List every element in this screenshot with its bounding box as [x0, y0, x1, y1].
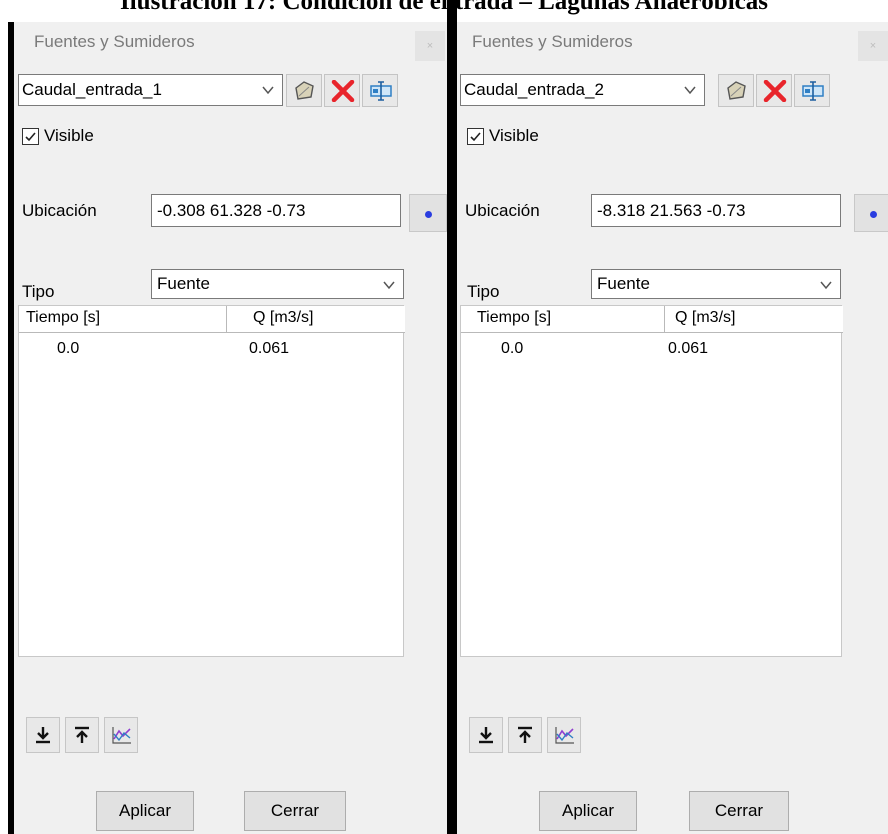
- table-cell-time[interactable]: 0.0: [501, 340, 523, 358]
- apply-button[interactable]: Aplicar: [96, 791, 194, 831]
- edit-polygon-button[interactable]: [718, 74, 754, 107]
- time-series-table: Tiempo [s] Q [m3/s] 0.0 0.061: [460, 305, 843, 657]
- column-header-flow-text: Q [m3/s]: [675, 309, 736, 326]
- source-selector[interactable]: Caudal_entrada_1: [18, 74, 283, 106]
- import-download-icon: [36, 727, 50, 744]
- visible-checkbox[interactable]: [467, 128, 484, 145]
- delete-button[interactable]: [324, 74, 360, 107]
- pick-point-icon: [870, 211, 877, 218]
- column-header-time[interactable]: Tiempo [s]: [19, 306, 227, 333]
- panel-title: Fuentes y Sumideros: [34, 32, 195, 51]
- table-cell-time[interactable]: 0.0: [57, 340, 79, 358]
- checkmark-icon: [25, 132, 36, 142]
- chevron-down-icon: [383, 281, 395, 290]
- location-value: -0.308 61.328 -0.73: [157, 201, 306, 220]
- pick-point-icon: [425, 211, 432, 218]
- type-selector[interactable]: Fuente: [591, 269, 841, 299]
- pick-location-button[interactable]: [854, 194, 888, 232]
- type-selector-value: Fuente: [597, 274, 650, 293]
- import-download-icon: [479, 727, 493, 744]
- plot-button[interactable]: [104, 717, 138, 753]
- type-selector[interactable]: Fuente: [151, 269, 404, 299]
- column-header-time-text: Tiempo [s]: [477, 309, 552, 326]
- visible-checkbox[interactable]: [22, 128, 39, 145]
- column-header-time[interactable]: Tiempo [s]: [461, 306, 665, 333]
- rename-button[interactable]: [794, 74, 830, 107]
- source-selector-value: Caudal_entrada_1: [22, 80, 162, 99]
- close-button[interactable]: Cerrar: [689, 791, 789, 831]
- panel-close-button[interactable]: ×: [858, 31, 888, 61]
- chevron-down-icon: [262, 86, 274, 95]
- export-button[interactable]: [65, 717, 99, 753]
- location-input[interactable]: -0.308 61.328 -0.73: [151, 194, 401, 227]
- import-button[interactable]: [469, 717, 503, 753]
- type-label: Tipo: [467, 282, 500, 301]
- location-label: Ubicación: [465, 201, 540, 220]
- delete-button[interactable]: [756, 74, 792, 107]
- caption-text: Ilustración 17: Condición de entrada – L…: [120, 0, 768, 15]
- export-upload-icon: [518, 726, 532, 743]
- polygon-edit-icon: [295, 81, 314, 100]
- figure-caption: Ilustración 17: Condición de entrada – L…: [0, 0, 888, 22]
- visible-label: Visible: [489, 126, 539, 145]
- center-divider: [447, 0, 457, 834]
- sources-sinks-panel-1: Fuentes y Sumideros × Caudal_entrada_1 V…: [14, 22, 447, 834]
- apply-button[interactable]: Aplicar: [539, 791, 637, 831]
- close-button[interactable]: Cerrar: [244, 791, 346, 831]
- source-selector-value: Caudal_entrada_2: [464, 80, 604, 99]
- chevron-down-icon: [684, 86, 696, 95]
- table-cell-flow[interactable]: 0.061: [668, 340, 708, 358]
- chevron-down-icon: [820, 281, 832, 290]
- type-selector-value: Fuente: [157, 274, 210, 293]
- polygon-edit-icon: [727, 81, 746, 100]
- pick-location-button[interactable]: [409, 194, 447, 232]
- column-header-flow[interactable]: Q [m3/s]: [227, 306, 405, 333]
- location-label: Ubicación: [22, 201, 97, 220]
- rename-button[interactable]: [362, 74, 398, 107]
- column-header-time-text: Tiempo [s]: [26, 309, 101, 326]
- column-header-flow[interactable]: Q [m3/s]: [665, 306, 843, 333]
- line-chart-icon: [112, 727, 131, 744]
- location-value: -8.318 21.563 -0.73: [597, 201, 746, 220]
- column-header-flow-text: Q [m3/s]: [253, 309, 314, 326]
- type-label: Tipo: [22, 282, 55, 301]
- close-icon: ×: [869, 40, 877, 52]
- checkmark-icon: [470, 132, 481, 142]
- edit-polygon-button[interactable]: [286, 74, 322, 107]
- sources-sinks-panel-2: Fuentes y Sumideros × Caudal_entrada_2 V…: [457, 22, 888, 834]
- panel-title: Fuentes y Sumideros: [472, 32, 633, 51]
- panel-close-button[interactable]: ×: [415, 31, 445, 61]
- rename-field-icon: [370, 81, 392, 101]
- import-button[interactable]: [26, 717, 60, 753]
- red-x-delete-icon: [763, 80, 787, 102]
- close-icon: ×: [426, 40, 434, 52]
- export-upload-icon: [75, 726, 89, 743]
- visible-label: Visible: [44, 126, 94, 145]
- rename-field-icon: [802, 81, 824, 101]
- export-button[interactable]: [508, 717, 542, 753]
- red-x-delete-icon: [331, 80, 355, 102]
- plot-button[interactable]: [547, 717, 581, 753]
- time-series-table: Tiempo [s] Q [m3/s] 0.0 0.061: [18, 305, 405, 657]
- location-input[interactable]: -8.318 21.563 -0.73: [591, 194, 841, 227]
- table-cell-flow[interactable]: 0.061: [249, 340, 289, 358]
- source-selector[interactable]: Caudal_entrada_2: [460, 74, 705, 106]
- line-chart-icon: [555, 727, 574, 744]
